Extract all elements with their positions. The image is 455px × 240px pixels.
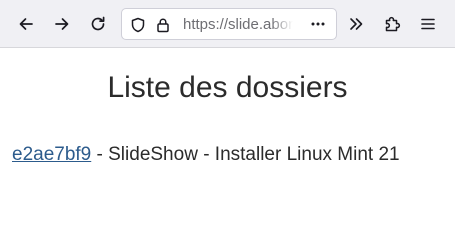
app-menu-button[interactable] bbox=[412, 8, 444, 40]
arrow-right-icon bbox=[55, 18, 69, 30]
folder-link[interactable]: e2ae7bf9 bbox=[12, 144, 91, 165]
back-button[interactable] bbox=[10, 8, 42, 40]
url-bar[interactable]: https://slide.abon bbox=[121, 8, 337, 40]
url-text[interactable]: https://slide.abon bbox=[183, 15, 293, 35]
reload-icon bbox=[91, 16, 105, 31]
double-chevron-right-icon bbox=[350, 18, 363, 30]
extensions-button[interactable] bbox=[376, 8, 408, 40]
page-content: Liste des dossiers e2ae7bf9 - SlideShow … bbox=[0, 48, 455, 216]
page-actions-button[interactable] bbox=[300, 9, 336, 39]
arrow-left-icon bbox=[19, 18, 33, 30]
browser-toolbar: https://slide.abon bbox=[0, 0, 455, 48]
page-title: Liste des dossiers bbox=[107, 71, 348, 104]
site-security-button[interactable] bbox=[154, 16, 172, 34]
lock-icon bbox=[157, 18, 169, 33]
more-horizontal-icon bbox=[311, 22, 325, 26]
reload-button[interactable] bbox=[82, 8, 114, 40]
forward-button[interactable] bbox=[46, 8, 78, 40]
overflow-menu-button[interactable] bbox=[340, 8, 372, 40]
puzzle-icon bbox=[385, 16, 401, 32]
shield-icon bbox=[131, 17, 145, 33]
tracking-protection-button[interactable] bbox=[129, 16, 147, 34]
hamburger-menu-icon bbox=[421, 18, 435, 30]
folder-list-item: e2ae7bf9 - SlideShow - Installer Linux M… bbox=[12, 143, 400, 167]
folder-description: - SlideShow - Installer Linux Mint 21 bbox=[91, 144, 400, 165]
